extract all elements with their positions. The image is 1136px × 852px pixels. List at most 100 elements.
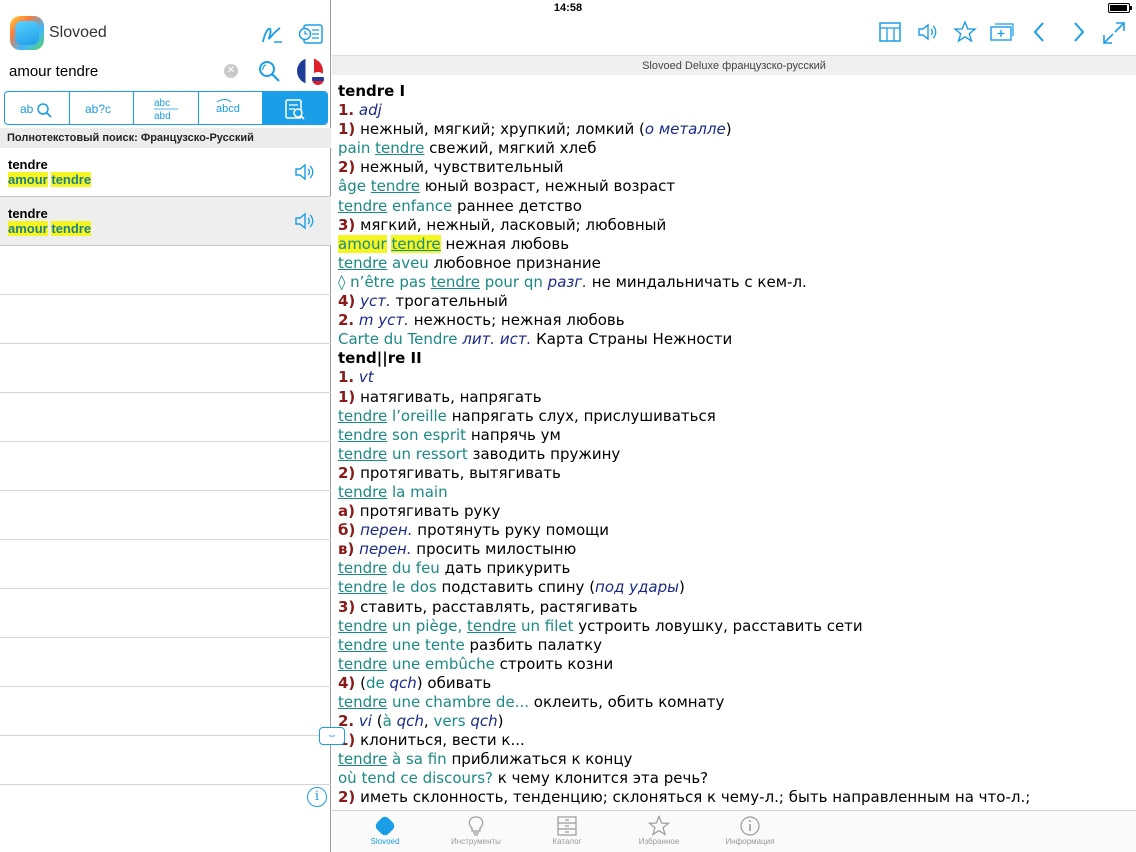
catalog-icon: [556, 815, 578, 837]
search-highlight[interactable]: tendre: [391, 234, 441, 253]
spelling-icon[interactable]: abcd: [199, 92, 264, 124]
add-card-icon[interactable]: [988, 20, 1016, 48]
tab-favorites[interactable]: Избранное: [614, 814, 704, 846]
translation: подставить спину (: [441, 578, 596, 597]
headword-link[interactable]: tendre: [338, 636, 387, 654]
sound-icon[interactable]: [914, 20, 942, 48]
info-icon[interactable]: i: [307, 787, 327, 807]
headword-link[interactable]: tendre: [467, 617, 516, 635]
style-label: разг.: [547, 272, 588, 291]
search-input[interactable]: [4, 55, 244, 87]
fullscreen-icon[interactable]: [1100, 20, 1128, 48]
match-word: amour: [8, 172, 48, 187]
tab-catalog[interactable]: Каталог: [522, 815, 612, 846]
sense-number: 3): [338, 215, 356, 234]
idiom-french: ◊ n’être pas: [338, 272, 426, 291]
headword-link[interactable]: tendre: [338, 693, 387, 711]
translation: дать прикурить: [444, 559, 571, 578]
table-icon[interactable]: [876, 20, 904, 48]
headword-link[interactable]: tendre: [338, 559, 387, 577]
result-match: amour tendre: [8, 172, 331, 187]
grammar-label: vi: [358, 712, 372, 731]
clear-icon[interactable]: ✕: [224, 64, 238, 78]
favorite-star-icon[interactable]: [951, 20, 979, 48]
handwriting-icon[interactable]: [259, 22, 285, 46]
headword-link[interactable]: tendre: [338, 617, 387, 635]
fuzzy-search-icon[interactable]: ab?c: [70, 92, 135, 124]
headword-link[interactable]: tendre: [338, 426, 387, 444]
fulltext-search-icon[interactable]: [263, 92, 327, 124]
results-header: Полнотекстовый поиск: Французско-Русский: [0, 128, 331, 148]
grammar-label: qch: [470, 712, 498, 731]
forward-icon[interactable]: [1064, 20, 1092, 48]
example-french: un filet: [521, 616, 574, 635]
tab-tools[interactable]: Инструменты: [431, 815, 521, 846]
result-match: amour tendre: [8, 221, 331, 236]
dictionary-article: tendre I 1. adj 1) нежный, мягкий; хрупк…: [338, 82, 1130, 808]
sense-number: в): [338, 540, 355, 559]
russian-flag-icon[interactable]: [311, 72, 325, 86]
translation: протягивать, вытягивать: [360, 463, 561, 482]
example-french: enfance: [392, 196, 453, 215]
headword-link[interactable]: tendre: [338, 197, 387, 215]
star-icon: [647, 814, 671, 837]
anagram-icon[interactable]: abc abd: [134, 92, 199, 124]
search-field[interactable]: ✕: [4, 55, 244, 87]
translation: оклеить, обить комнату: [533, 693, 725, 711]
sense-number: 2): [338, 158, 356, 177]
speaker-icon[interactable]: [293, 161, 317, 183]
bulb-icon: [465, 815, 487, 837]
tab-label: Инструменты: [451, 837, 501, 846]
bottom-tab-bar: Slovoed Инструменты Каталог Избранное Ин…: [332, 810, 1136, 852]
split-toggle-icon[interactable]: ⇔: [319, 727, 345, 745]
headword-link[interactable]: tendre: [338, 750, 387, 768]
translation: ): [416, 673, 423, 692]
translation: напрягать слух, прислушиваться: [451, 406, 716, 425]
slovoed-logo-icon: [10, 16, 44, 50]
tab-slovoed[interactable]: Slovoed: [340, 815, 430, 846]
info-icon: [739, 815, 761, 837]
dictionary-title: Slovoed Deluxe французско-русский: [332, 55, 1136, 75]
tab-info[interactable]: Информация: [705, 815, 795, 846]
translation: устроить ловушку, расставить сети: [578, 616, 863, 635]
headword-link[interactable]: tendre: [338, 254, 387, 272]
headword-link[interactable]: tendre: [371, 177, 420, 195]
headword: tendre I: [338, 82, 406, 100]
headword-link[interactable]: tendre: [338, 407, 387, 425]
tab-label: Каталог: [552, 837, 582, 846]
list-item[interactable]: tendre amour tendre: [0, 148, 331, 197]
back-icon[interactable]: [1026, 20, 1054, 48]
headword-link[interactable]: tendre: [431, 273, 480, 291]
svg-text:abcd: abcd: [216, 103, 240, 115]
translation: трогательный: [395, 292, 508, 311]
translation: ): [725, 120, 732, 139]
svg-text:ab: ab: [20, 102, 34, 116]
headword-link[interactable]: tendre: [375, 139, 424, 157]
article-panel: Slovoed Deluxe французско-русский tendre…: [332, 0, 1136, 852]
search-mode-bar: ab ab?c abc abd abcd: [4, 91, 328, 125]
sense-number: 2): [338, 463, 356, 482]
translation: просить милостыню: [416, 540, 577, 559]
speaker-icon[interactable]: [293, 210, 317, 232]
style-label: перен.: [359, 540, 412, 559]
match-word: tendre: [51, 172, 92, 187]
headword-link[interactable]: tendre: [338, 483, 387, 501]
sense-number: б): [338, 521, 356, 540]
app-header: Slovoed: [10, 16, 330, 50]
translation: свежий, мягкий хлеб: [429, 139, 597, 158]
headword-link[interactable]: tendre: [338, 445, 387, 463]
left-panel: Slovoed ✕ ab ab?c abcabd abcd Полнотекс: [0, 0, 331, 852]
list-item[interactable]: tendre amour tendre: [0, 197, 331, 246]
history-icon[interactable]: [298, 22, 324, 46]
search-icon[interactable]: [256, 58, 282, 84]
translation: обивать: [427, 673, 492, 692]
example-french: aveu: [392, 253, 429, 272]
results-list: tendre amour tendre tendre amour tendre: [0, 148, 331, 246]
headword-link[interactable]: tendre: [338, 655, 387, 673]
sense-number: а): [338, 502, 355, 521]
translation: протянуть руку помощи: [417, 521, 610, 540]
grammar-label: qch: [396, 712, 424, 731]
wildcard-search-icon[interactable]: ab: [5, 92, 70, 124]
translation: строить козни: [499, 654, 614, 673]
headword-link[interactable]: tendre: [338, 578, 387, 596]
